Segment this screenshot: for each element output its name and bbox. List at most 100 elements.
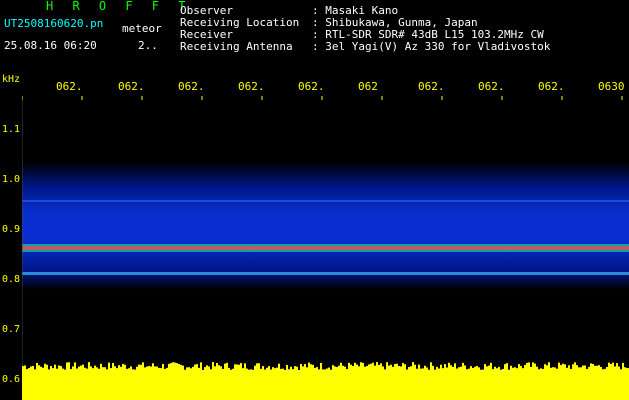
noise-band [22, 162, 629, 290]
amplitude-bar [462, 362, 464, 372]
amplitude-bar [602, 369, 604, 372]
amplitude-bar [370, 363, 372, 372]
amplitude-bar [606, 366, 608, 372]
amplitude-bar [568, 365, 570, 372]
amplitude-bar [486, 366, 488, 372]
amplitude-bar [580, 367, 582, 372]
x-tick: 062. [118, 80, 145, 93]
amplitude-bar [422, 368, 424, 372]
amplitude-bar [382, 366, 384, 372]
amplitude-bar [84, 367, 86, 372]
amplitude-bar [64, 369, 66, 372]
amplitude-bar [496, 368, 498, 372]
amplitude-bar [250, 369, 252, 372]
amplitude-bar [506, 363, 508, 372]
amplitude-bar [286, 365, 288, 372]
amplitude-bar [102, 367, 104, 372]
amplitude-bar [408, 367, 410, 372]
amplitude-bar [474, 366, 476, 372]
amplitude-bar [110, 368, 112, 372]
amplitude-bar [446, 367, 448, 372]
amplitude-bar [376, 362, 378, 372]
amplitude-bar [586, 369, 588, 372]
amplitude-bar [100, 363, 102, 372]
amplitude-bar [414, 364, 416, 372]
amplitude-bar [372, 362, 374, 372]
y-tick: 0.6 [2, 374, 21, 385]
amplitude-bar [160, 368, 162, 372]
amplitude-bar [576, 365, 578, 372]
amplitude-bar [206, 365, 208, 372]
amplitude-bar [512, 367, 514, 372]
amplitude-bar [112, 362, 114, 372]
amplitude-bar [294, 366, 296, 372]
amplitude-bar [208, 366, 210, 372]
amplitude-bar [524, 364, 526, 372]
amplitude-bar [578, 367, 580, 372]
amplitude-bar [120, 366, 122, 372]
amplitude-bar [420, 368, 422, 372]
amplitude-bar [526, 362, 528, 372]
amplitude-bar [70, 369, 72, 372]
amplitude-bar [588, 366, 590, 372]
amplitude-bar [134, 369, 136, 372]
amplitude-bar [616, 363, 618, 372]
amplitude-bar [608, 362, 610, 372]
amplitude-bar [538, 369, 540, 372]
amplitude-bar [128, 368, 130, 372]
x-tick: 0630 [598, 80, 625, 93]
amplitude-bar [532, 362, 534, 372]
amplitude-bar [530, 366, 532, 372]
amplitude-bar [380, 363, 382, 372]
amplitude-bar [528, 362, 530, 372]
amplitude-bar [322, 369, 324, 372]
amplitude-bar [398, 365, 400, 372]
amplitude-bar [34, 369, 36, 372]
amplitude-bar [40, 366, 42, 372]
amplitude-bar [240, 363, 242, 372]
amplitude-bar [548, 362, 550, 372]
hrofft-window: H R O F F T UT2508160620.pn meteor 25.08… [0, 0, 629, 400]
amplitude-bar [32, 365, 34, 372]
amplitude-bar [118, 365, 120, 372]
y-tick: 1.1 [2, 124, 21, 135]
x-tick: 062. [56, 80, 83, 93]
amplitude-bar [96, 367, 98, 372]
amplitude-bar [624, 367, 626, 372]
amplitude-bar [98, 368, 100, 372]
amplitude-bar [444, 364, 446, 372]
amplitude-bar [596, 365, 598, 372]
amplitude-bar [610, 363, 612, 372]
amplitude-bar [200, 362, 202, 372]
amplitude-bar [590, 363, 592, 372]
amplitude-bar [470, 366, 472, 372]
amplitude-bar [122, 363, 124, 372]
amplitude-bar [424, 365, 426, 372]
amplitude-bar [354, 362, 356, 372]
amplitude-bar [172, 362, 174, 372]
amplitude-bar [572, 364, 574, 372]
amplitude-bar [180, 364, 182, 372]
amplitude-bar [342, 365, 344, 372]
y-tick: 0.8 [2, 274, 21, 285]
amplitude-bar [554, 367, 556, 372]
amplitude-bar [236, 364, 238, 372]
amplitude-bar [332, 365, 334, 372]
amplitude-bar [88, 362, 90, 372]
amplitude-bar [582, 365, 584, 372]
amplitude-bar [212, 362, 214, 372]
x-tick: 062. [238, 80, 265, 93]
amplitude-bar [184, 369, 186, 372]
amplitude-bar [558, 362, 560, 372]
amplitude-bar [356, 364, 358, 372]
amplitude-bar [130, 366, 132, 372]
amplitude-bar [480, 369, 482, 372]
amplitude-bar [190, 368, 192, 372]
amplitude-bar [198, 367, 200, 372]
amplitude-bar [320, 362, 322, 372]
amplitude-bar [482, 369, 484, 372]
amplitude-bar [304, 364, 306, 372]
amplitude-bar [264, 369, 266, 372]
amplitude-bar [384, 369, 386, 372]
amplitude-bar [228, 367, 230, 372]
